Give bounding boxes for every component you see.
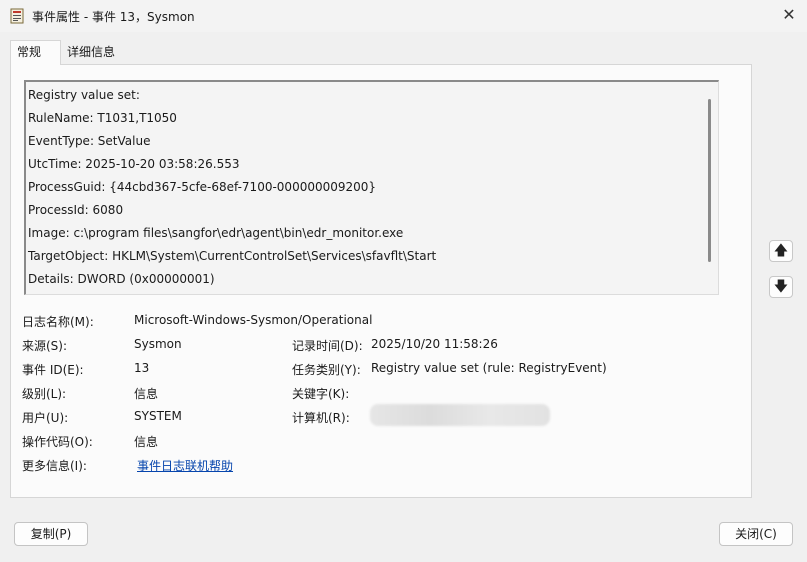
online-help-link[interactable]: 事件日志联机帮助 <box>137 457 233 474</box>
title-bar: 事件属性 - 事件 13，Sysmon ✕ <box>0 0 807 32</box>
event-description-box[interactable]: Registry value set: RuleName: T1031,T105… <box>24 80 719 295</box>
level-label: 级别(L): <box>22 387 67 401</box>
source-label: 来源(S): <box>22 339 68 353</box>
arrow-down-icon: 🡇 <box>773 279 789 295</box>
task-category-label: 任务类别(Y): <box>292 363 361 377</box>
window-title: 事件属性 - 事件 13，Sysmon <box>32 10 195 24</box>
user-label: 用户(U): <box>22 411 69 425</box>
tab-general[interactable]: 常规 <box>10 40 61 65</box>
description-line: ProcessId: 6080 <box>28 203 124 217</box>
tab-details[interactable]: 详细信息 <box>61 41 121 65</box>
log-name-label: 日志名称(M): <box>22 315 94 329</box>
level-value[interactable]: 信息 <box>134 385 158 402</box>
source-value[interactable]: Sysmon <box>134 337 182 351</box>
copy-button[interactable]: 复制(P) <box>14 522 88 546</box>
logged-label: 记录时间(D): <box>292 339 363 353</box>
log-name-value[interactable]: Microsoft-Windows-Sysmon/Operational <box>134 313 372 327</box>
description-line: UtcTime: 2025-10-20 03:58:26.553 <box>28 157 240 171</box>
close-button[interactable]: 关闭(C) <box>719 522 793 546</box>
description-line: ProcessGuid: {44cbd367-5cfe-68ef-7100-00… <box>28 180 377 194</box>
user-value[interactable]: SYSTEM <box>134 409 182 423</box>
description-line: TargetObject: HKLM\System\CurrentControl… <box>28 249 437 263</box>
description-line: Details: DWORD (0x00000001) <box>28 272 215 286</box>
event-id-value[interactable]: 13 <box>134 361 149 375</box>
description-line: RuleName: T1031,T1050 <box>28 111 177 125</box>
description-line: Image: c:\program files\sangfor\edr\agen… <box>28 226 404 240</box>
logged-value[interactable]: 2025/10/20 11:58:26 <box>371 337 498 351</box>
close-icon[interactable]: ✕ <box>779 5 799 25</box>
description-line: Registry value set: <box>28 88 140 102</box>
arrow-up-icon: 🡅 <box>773 243 789 259</box>
computer-value-redacted <box>370 404 550 426</box>
task-category-value[interactable]: Registry value set (rule: RegistryEvent) <box>371 361 607 375</box>
previous-event-button[interactable]: 🡅 <box>769 240 793 262</box>
next-event-button[interactable]: 🡇 <box>769 276 793 298</box>
description-scrollbar[interactable] <box>708 99 711 262</box>
computer-label: 计算机(R): <box>292 411 350 425</box>
opcode-value[interactable]: 信息 <box>134 433 158 450</box>
event-viewer-icon <box>10 8 24 24</box>
event-id-label: 事件 ID(E): <box>22 363 84 377</box>
keywords-label: 关键字(K): <box>292 387 350 401</box>
opcode-label: 操作代码(O): <box>22 435 93 449</box>
more-info-label: 更多信息(I): <box>22 459 87 473</box>
description-line: EventType: SetValue <box>28 134 151 148</box>
